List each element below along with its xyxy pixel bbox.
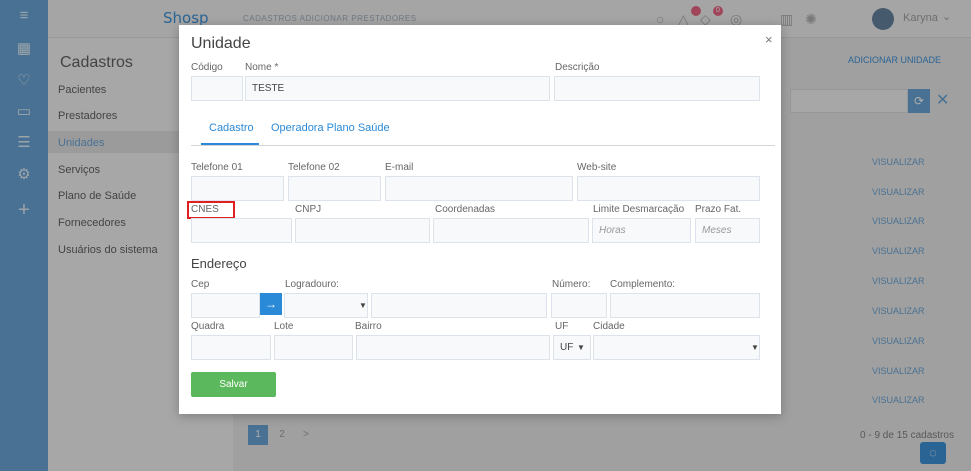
logradouro-label: Logradouro: (285, 279, 339, 290)
quadra-label: Quadra (191, 321, 225, 332)
descricao-label: Descrição (555, 62, 600, 73)
lote-field[interactable] (274, 335, 353, 360)
save-button[interactable]: Salvar (191, 372, 276, 397)
nome-label: Nome * (245, 62, 279, 73)
email-label: E-mail (385, 162, 414, 173)
endereco-heading: Endereço (191, 256, 247, 271)
modal-title: Unidade (191, 35, 251, 52)
cep-label: Cep (191, 279, 210, 290)
cidade-label: Cidade (593, 321, 625, 332)
tab-cadastro[interactable]: Cadastro (209, 122, 254, 134)
coordenadas-field[interactable] (433, 218, 589, 243)
codigo-label: Código (191, 62, 223, 73)
dropdown-arrow-icon: ▼ (751, 343, 759, 352)
website-label: Web-site (577, 162, 617, 173)
telefone1-field[interactable] (191, 176, 284, 201)
coordenadas-label: Coordenadas (435, 204, 496, 215)
cnes-field[interactable] (191, 218, 292, 243)
cidade-select[interactable] (593, 335, 760, 360)
numero-label: Número: (552, 279, 591, 290)
descricao-field[interactable] (554, 76, 760, 101)
email-field[interactable] (385, 176, 573, 201)
bairro-label: Bairro (355, 321, 382, 332)
lote-label: Lote (274, 321, 294, 332)
complemento-field[interactable] (610, 293, 760, 318)
quadra-field[interactable] (191, 335, 271, 360)
telefone2-label: Telefone 02 (288, 162, 340, 173)
nome-field[interactable]: TESTE (245, 76, 550, 101)
complemento-label: Complemento: (610, 279, 676, 290)
cnes-label: CNES (191, 204, 219, 215)
dropdown-arrow-icon: ▼ (577, 343, 585, 352)
tab-divider (191, 145, 775, 146)
uf-label: UF (555, 321, 569, 332)
cnpj-field[interactable] (295, 218, 430, 243)
unidade-modal: Unidade × Código Nome * Descrição TESTE … (179, 25, 781, 414)
uf-select[interactable]: UF (553, 335, 591, 360)
numero-field[interactable] (551, 293, 607, 318)
active-tab-indicator (201, 143, 259, 145)
prazo-field[interactable]: Meses (695, 218, 760, 243)
cnpj-label: CNPJ (295, 204, 322, 215)
limite-label: Limite Desmarcação (593, 204, 685, 215)
limite-field[interactable]: Horas (592, 218, 691, 243)
close-icon[interactable]: × (765, 32, 773, 47)
logradouro-type-select[interactable] (284, 293, 368, 318)
website-field[interactable] (577, 176, 760, 201)
prazo-label: Prazo Fat. (695, 204, 742, 215)
telefone2-field[interactable] (288, 176, 381, 201)
dropdown-arrow-icon: ▼ (359, 301, 367, 310)
cep-field[interactable] (191, 293, 260, 318)
logradouro-field[interactable] (371, 293, 547, 318)
bairro-field[interactable] (356, 335, 550, 360)
telefone1-label: Telefone 01 (191, 162, 243, 173)
tab-operadora-plano-saude[interactable]: Operadora Plano Saúde (271, 122, 390, 134)
arrow-right-icon[interactable]: → (260, 293, 282, 315)
codigo-field[interactable] (191, 76, 243, 101)
